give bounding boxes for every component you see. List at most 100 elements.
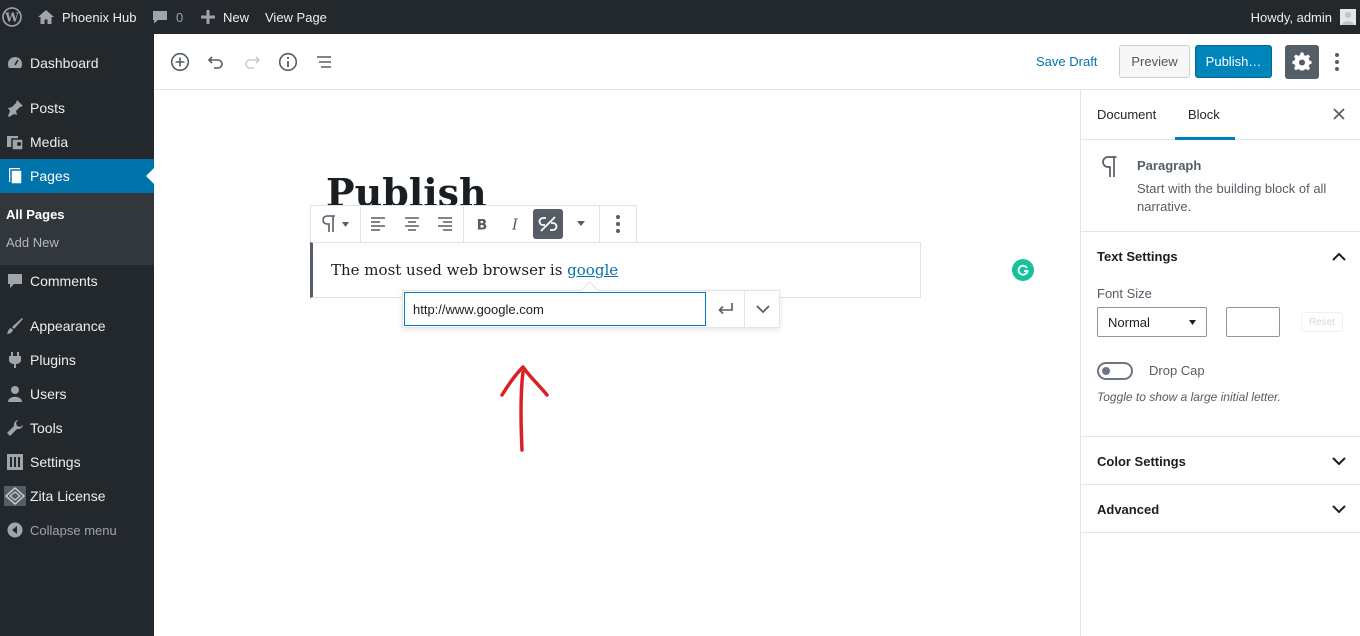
align-left-button[interactable] [367,206,389,242]
view-page-label: View Page [265,9,327,25]
sidebar-item-label: Users [30,386,67,402]
comment-icon [0,272,30,290]
sidebar-item-label: Plugins [30,352,76,368]
reset-button[interactable]: Reset [1301,312,1343,332]
info-button[interactable] [276,50,300,74]
align-center-button[interactable] [401,206,423,242]
plugin-icon [0,351,30,369]
font-size-select[interactable]: Normal [1097,307,1207,337]
url-input[interactable] [404,292,706,326]
close-icon [1333,108,1345,120]
sidebar-item-label: Collapse menu [30,522,117,538]
submenu-all-pages[interactable]: All Pages [6,207,65,222]
paragraph-text: The most used web browser is [331,261,568,279]
more-formats-button[interactable] [571,206,591,242]
block-description: Start with the building block of all nar… [1137,181,1327,214]
sidebar-item-media[interactable]: Media [0,125,154,159]
tab-block[interactable]: Block [1188,107,1220,122]
sidebar-item-posts[interactable]: Posts [0,91,154,125]
custom-font-size-input[interactable] [1226,307,1280,337]
sidebar-item-plugins[interactable]: Plugins [0,343,154,377]
paragraph-link[interactable]: google [567,261,618,279]
submenu-add-new[interactable]: Add New [6,235,59,250]
align-right-button[interactable] [434,206,456,242]
paragraph-icon [321,215,337,233]
chevron-down-icon [1331,453,1347,469]
paragraph-content[interactable]: The most used web browser is google [331,261,618,279]
plus-circle-icon [170,52,190,72]
plus-icon [201,10,215,24]
settings-panel: Document Block Paragraph Start with the … [1080,90,1360,636]
align-right-icon [437,217,453,231]
sidebar-item-settings[interactable]: Settings [0,445,154,479]
link-settings-toggle[interactable] [744,291,780,327]
sidebar-item-zita-license[interactable]: Zita License [0,479,154,513]
settings-toggle-button[interactable] [1285,45,1319,79]
account-menu[interactable]: Howdy, admin [1251,0,1356,34]
caret-down-icon [342,221,349,227]
block-type-switcher[interactable] [311,206,359,242]
save-draft-button[interactable]: Save Draft [1036,54,1097,69]
sidebar-item-appearance[interactable]: Appearance [0,309,154,343]
advanced-title: Advanced [1097,502,1160,517]
avatar [1340,9,1356,25]
bold-icon: B [475,217,489,232]
sidebar-item-dashboard[interactable]: Dashboard [0,46,154,80]
svg-text:I: I [511,217,519,231]
collapse-menu-button[interactable]: Collapse menu [0,513,154,547]
user-icon [0,385,30,403]
editor-toolbar: Save Draft Preview Publish… [154,34,1360,90]
dashboard-icon [0,54,30,72]
vertical-ellipsis-icon [1334,52,1340,72]
comments-count: 0 [176,9,184,25]
drop-cap-toggle[interactable] [1097,362,1133,380]
italic-button[interactable]: I [504,206,526,242]
outline-button[interactable] [312,50,336,74]
more-options-button[interactable] [1329,50,1345,74]
sidebar-item-label: Comments [30,273,98,289]
sidebar-item-users[interactable]: Users [0,377,154,411]
redo-button[interactable] [240,50,264,74]
pages-icon [0,167,30,185]
greeting: Howdy, admin [1250,9,1332,25]
view-page-link[interactable]: View Page [265,0,327,34]
info-icon [278,52,298,72]
svg-text:W: W [4,11,19,25]
new-content-link[interactable]: New [201,0,249,34]
close-panel-button[interactable] [1331,106,1347,122]
redo-icon [242,52,262,72]
list-icon [314,52,334,72]
panel-header: Document Block [1081,90,1360,140]
add-block-button[interactable] [168,50,192,74]
admin-bar: W Phoenix Hub 0 New View Page Howdy, adm… [0,0,1360,34]
block-more-button[interactable] [607,206,629,242]
admin-sidebar: Dashboard Posts Media Pages All Pages Ad… [0,34,154,636]
undo-button[interactable] [204,50,228,74]
tab-document[interactable]: Document [1097,107,1156,122]
sidebar-item-label: Zita License [30,488,106,504]
chevron-up-icon[interactable] [1331,248,1347,264]
color-settings-section[interactable]: Color Settings [1081,437,1360,485]
sidebar-item-tools[interactable]: Tools [0,411,154,445]
comments-link[interactable]: 0 [152,0,183,34]
grammarly-button[interactable] [1012,259,1034,281]
block-card: Paragraph Start with the building block … [1081,140,1360,232]
sidebar-item-comments[interactable]: Comments [0,264,154,298]
sidebar-item-label: Dashboard [30,55,99,71]
bold-button[interactable]: B [471,206,493,242]
preview-button[interactable]: Preview [1119,45,1190,78]
apply-link-button[interactable] [708,291,744,327]
publish-button[interactable]: Publish… [1195,45,1272,78]
color-settings-title: Color Settings [1097,454,1186,469]
sidebar-item-pages[interactable]: Pages [0,159,154,193]
comment-icon [152,10,168,24]
license-icon [0,486,30,506]
site-name-link[interactable]: Phoenix Hub [38,0,136,34]
unlink-button[interactable] [533,209,563,239]
pin-icon [0,99,30,117]
wordpress-logo-icon[interactable]: W [2,0,22,34]
text-settings-toggle[interactable]: Text Settings [1097,249,1178,264]
align-left-icon [370,217,386,231]
grammarly-icon [1017,264,1029,276]
advanced-section[interactable]: Advanced [1081,485,1360,533]
